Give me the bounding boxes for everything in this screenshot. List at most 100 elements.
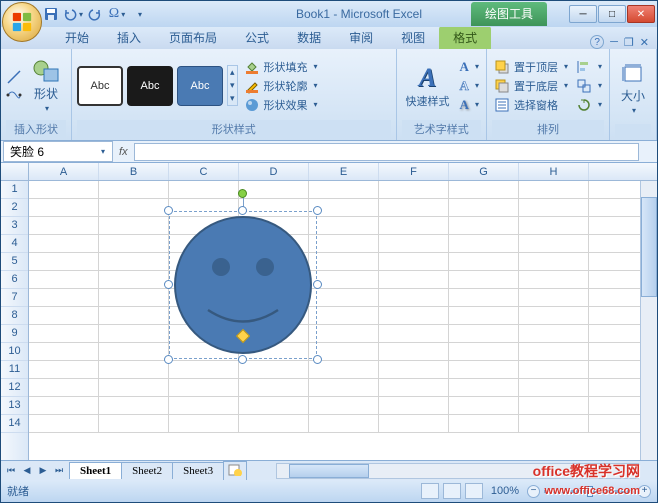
scrollbar-thumb[interactable]: [641, 197, 657, 297]
doc-minimize-button[interactable]: ─: [610, 36, 618, 48]
col-header[interactable]: H: [519, 163, 589, 180]
next-sheet-button[interactable]: ▶: [35, 463, 51, 479]
row-header[interactable]: 14: [1, 415, 28, 433]
resize-handle[interactable]: [164, 280, 173, 289]
col-header[interactable]: C: [169, 163, 239, 180]
row-header[interactable]: 8: [1, 307, 28, 325]
col-header[interactable]: G: [449, 163, 519, 180]
gallery-more-button[interactable]: ▾: [228, 92, 237, 105]
sheet-tab-2[interactable]: Sheet2: [121, 462, 173, 479]
shape-outline-button[interactable]: 形状轮廓▾: [242, 77, 320, 95]
size-button[interactable]: 大小 ▾: [615, 59, 651, 117]
tab-insert[interactable]: 插入: [103, 26, 155, 49]
row-header[interactable]: 1: [1, 181, 28, 199]
row-header[interactable]: 2: [1, 199, 28, 217]
doc-close-button[interactable]: ✕: [640, 36, 649, 49]
shape-style-2[interactable]: Abc: [127, 66, 173, 106]
rotate-button[interactable]: ▾: [574, 96, 604, 114]
cells-grid[interactable]: [29, 181, 640, 460]
formula-input[interactable]: [134, 143, 639, 161]
close-button[interactable]: ✕: [627, 5, 655, 23]
row-header[interactable]: 13: [1, 397, 28, 415]
scrollbar-thumb[interactable]: [289, 464, 369, 478]
office-button[interactable]: [2, 2, 42, 42]
help-button[interactable]: ?: [590, 35, 604, 49]
minimize-button[interactable]: ─: [569, 5, 597, 23]
sheet-tab-3[interactable]: Sheet3: [172, 462, 224, 479]
tab-view[interactable]: 视图: [387, 26, 439, 49]
undo-button[interactable]: ▾: [63, 4, 83, 24]
row-header[interactable]: 5: [1, 253, 28, 271]
redo-button[interactable]: [85, 4, 105, 24]
maximize-button[interactable]: □: [598, 5, 626, 23]
shape-effects-button[interactable]: 形状效果▾: [242, 96, 320, 114]
tab-review[interactable]: 审阅: [335, 26, 387, 49]
shape-fill-button[interactable]: 形状填充▾: [242, 58, 320, 76]
page-layout-view-button[interactable]: [443, 483, 461, 499]
resize-handle[interactable]: [313, 355, 322, 364]
zoom-percent[interactable]: 100%: [487, 485, 523, 497]
zoom-out-button[interactable]: −: [527, 485, 540, 498]
col-header[interactable]: D: [239, 163, 309, 180]
tab-home[interactable]: 开始: [51, 26, 103, 49]
tab-format[interactable]: 格式: [439, 26, 491, 49]
selection-pane-button[interactable]: 选择窗格: [492, 96, 570, 114]
tab-data[interactable]: 数据: [283, 26, 335, 49]
rotation-handle[interactable]: [238, 189, 247, 198]
name-box[interactable]: 笑脸 6: [3, 141, 113, 162]
doc-restore-button[interactable]: ❐: [624, 36, 634, 49]
row-header[interactable]: 10: [1, 343, 28, 361]
col-header[interactable]: F: [379, 163, 449, 180]
send-back-button[interactable]: 置于底层▾: [492, 77, 570, 95]
text-effects-button[interactable]: A▾: [458, 96, 481, 114]
normal-view-button[interactable]: [421, 483, 439, 499]
resize-handle[interactable]: [238, 355, 247, 364]
row-header[interactable]: 4: [1, 235, 28, 253]
row-header[interactable]: 11: [1, 361, 28, 379]
shape-style-gallery[interactable]: Abc Abc Abc: [77, 66, 223, 106]
name-box-dropdown[interactable]: ▾: [101, 147, 105, 156]
align-button[interactable]: ▾: [574, 58, 604, 76]
resize-handle[interactable]: [164, 206, 173, 215]
gallery-down-button[interactable]: ▾: [228, 79, 237, 92]
row-header[interactable]: 12: [1, 379, 28, 397]
row-header[interactable]: 7: [1, 289, 28, 307]
text-outline-button[interactable]: A▾: [458, 77, 481, 95]
save-button[interactable]: [41, 4, 61, 24]
resize-handle[interactable]: [313, 206, 322, 215]
resize-handle[interactable]: [164, 355, 173, 364]
select-all-corner[interactable]: [1, 163, 29, 180]
line-shape-icon[interactable]: [6, 69, 22, 85]
prev-sheet-button[interactable]: ◀: [19, 463, 35, 479]
row-header[interactable]: 3: [1, 217, 28, 235]
text-fill-button[interactable]: A▾: [458, 58, 481, 76]
edit-points-icon[interactable]: [6, 87, 22, 103]
col-header[interactable]: E: [309, 163, 379, 180]
quick-styles-button[interactable]: A 快速样式: [402, 61, 454, 111]
qat-customize-button[interactable]: ▾: [129, 4, 149, 24]
group-button[interactable]: ▾: [574, 77, 604, 95]
last-sheet-button[interactable]: ⏭: [51, 463, 67, 479]
col-header[interactable]: A: [29, 163, 99, 180]
shapes-button[interactable]: 形状 ▾: [26, 57, 66, 115]
col-header[interactable]: B: [99, 163, 169, 180]
tab-page-layout[interactable]: 页面布局: [155, 26, 231, 49]
bring-front-button[interactable]: 置于顶层▾: [492, 58, 570, 76]
row-header[interactable]: 6: [1, 271, 28, 289]
selected-shape[interactable]: [169, 211, 317, 359]
resize-handle[interactable]: [238, 206, 247, 215]
fx-icon[interactable]: fx: [113, 146, 134, 158]
resize-handle[interactable]: [313, 280, 322, 289]
vertical-scrollbar[interactable]: [640, 181, 657, 460]
group-label: 艺术字样式: [402, 120, 481, 138]
sheet-tab-1[interactable]: Sheet1: [69, 462, 122, 479]
page-break-view-button[interactable]: [465, 483, 483, 499]
gallery-up-button[interactable]: ▴: [228, 66, 237, 79]
first-sheet-button[interactable]: ⏮: [3, 463, 19, 479]
omega-button[interactable]: Ω▾: [107, 4, 127, 24]
shape-style-1[interactable]: Abc: [77, 66, 123, 106]
shape-style-3[interactable]: Abc: [177, 66, 223, 106]
tab-formulas[interactable]: 公式: [231, 26, 283, 49]
new-sheet-button[interactable]: [223, 461, 247, 481]
row-header[interactable]: 9: [1, 325, 28, 343]
